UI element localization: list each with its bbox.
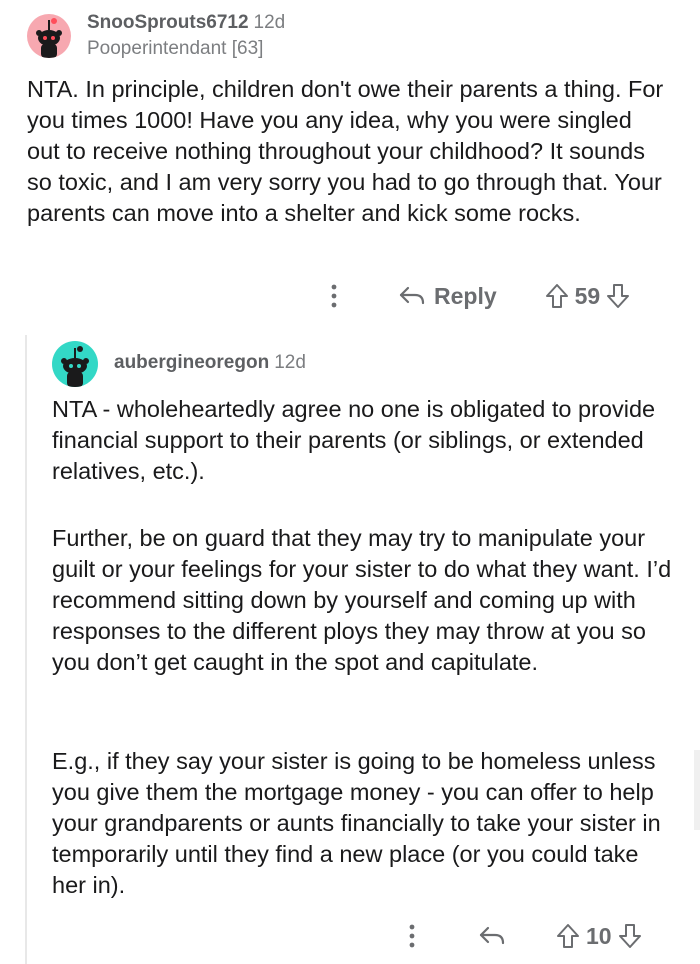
username-label[interactable]: aubergineoregon bbox=[114, 352, 269, 373]
reply-arrow-icon bbox=[399, 286, 425, 305]
vote-score: 59 bbox=[574, 282, 601, 309]
reply-arrow-icon bbox=[479, 926, 505, 945]
snoo-avatar-icon bbox=[36, 18, 62, 58]
comment-actions: Reply 59 bbox=[330, 278, 630, 314]
reply-button[interactable]: Reply bbox=[398, 283, 497, 310]
comment-paragraph: E.g., if they say your sister is going t… bbox=[52, 748, 661, 898]
comment-age: 12d bbox=[274, 352, 306, 373]
vote-controls: 59 bbox=[545, 283, 631, 310]
more-options-button[interactable] bbox=[330, 283, 338, 309]
username-label[interactable]: SnooSprouts6712 bbox=[87, 12, 249, 33]
thread-line[interactable] bbox=[25, 335, 27, 964]
upvote-arrow-icon[interactable] bbox=[556, 923, 580, 949]
avatar[interactable] bbox=[52, 341, 98, 387]
scroll-edge bbox=[694, 750, 700, 830]
more-options-icon bbox=[409, 924, 415, 948]
downvote-arrow-icon[interactable] bbox=[618, 923, 642, 949]
reply-label: Reply bbox=[434, 282, 497, 309]
reply-button[interactable] bbox=[478, 925, 506, 947]
more-options-button[interactable] bbox=[408, 923, 416, 949]
comment-author[interactable]: SnooSprouts6712 12d bbox=[87, 12, 285, 34]
comment-body: NTA - wholeheartedly agree no one is obl… bbox=[52, 394, 676, 487]
vote-score: 10 bbox=[586, 922, 612, 949]
comment-paragraph: Further, be on guard that they may try t… bbox=[52, 525, 672, 675]
snoo-avatar-icon bbox=[61, 346, 89, 387]
comment-paragraph: NTA - wholeheartedly agree no one is obl… bbox=[52, 396, 656, 484]
upvote-arrow-icon[interactable] bbox=[545, 283, 569, 309]
comment-age: 12d bbox=[253, 12, 286, 33]
user-flair: Pooperintendant [63] bbox=[87, 38, 264, 59]
comment-paragraph: NTA. In principle, children don't owe th… bbox=[27, 76, 664, 226]
comment-author[interactable]: aubergineoregon 12d bbox=[114, 352, 306, 374]
downvote-arrow-icon[interactable] bbox=[606, 283, 630, 309]
comment-body: E.g., if they say your sister is going t… bbox=[52, 746, 676, 901]
more-options-icon bbox=[331, 284, 337, 308]
avatar[interactable] bbox=[27, 14, 71, 58]
comment-body: NTA. In principle, children don't owe th… bbox=[27, 74, 667, 229]
comment-actions: 10 bbox=[408, 918, 642, 954]
vote-controls: 10 bbox=[556, 923, 642, 950]
comment-body: Further, be on guard that they may try t… bbox=[52, 523, 676, 678]
